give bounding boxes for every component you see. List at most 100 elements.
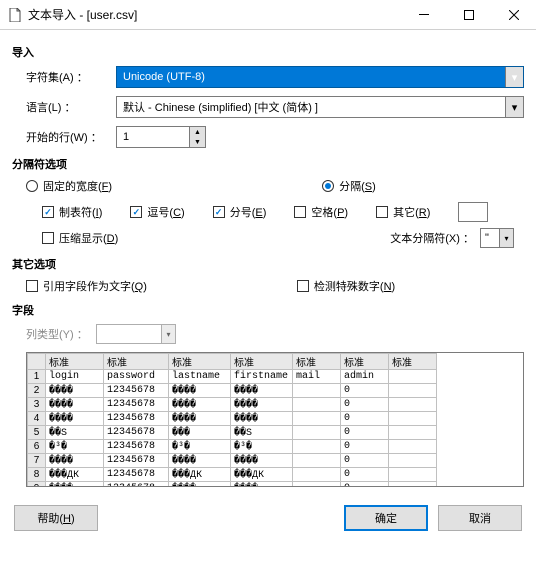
table-cell[interactable]: 0 xyxy=(341,426,389,440)
table-cell[interactable]: 0 xyxy=(341,468,389,482)
radio-separated[interactable]: 分隔(S) xyxy=(322,178,376,194)
table-cell[interactable] xyxy=(293,454,341,468)
table-cell[interactable] xyxy=(293,426,341,440)
table-cell[interactable]: �³� xyxy=(231,440,293,454)
table-cell[interactable] xyxy=(389,468,437,482)
table-cell[interactable]: 12345678 xyxy=(104,384,169,398)
close-button[interactable] xyxy=(491,0,536,30)
table-cell[interactable]: �³� xyxy=(46,440,104,454)
check-semicolon-label: 分号(E) xyxy=(230,204,267,220)
check-space[interactable]: 空格(P) xyxy=(294,204,348,220)
table-cell[interactable]: ��S xyxy=(231,426,293,440)
table-cell[interactable]: 12345678 xyxy=(104,482,169,487)
spin-down-icon[interactable]: ▼ xyxy=(190,137,205,147)
table-cell[interactable] xyxy=(389,482,437,487)
ok-button[interactable]: 确定 xyxy=(344,505,428,531)
table-cell[interactable]: ���� xyxy=(169,412,231,426)
spin-up-icon[interactable]: ▲ xyxy=(190,127,205,137)
table-cell[interactable]: ���� xyxy=(231,454,293,468)
table-cell[interactable]: 12345678 xyxy=(104,454,169,468)
charset-combo[interactable]: Unicode (UTF-8) ▾ xyxy=(116,66,524,88)
table-cell[interactable]: ���ДК xyxy=(46,468,104,482)
table-cell[interactable] xyxy=(389,412,437,426)
table-column-header[interactable]: 标准 xyxy=(104,354,169,370)
table-cell[interactable]: ���� xyxy=(46,384,104,398)
table-cell[interactable] xyxy=(389,398,437,412)
table-cell[interactable] xyxy=(293,384,341,398)
table-row-number: 9 xyxy=(28,482,46,487)
table-cell[interactable]: 12345678 xyxy=(104,426,169,440)
check-compress[interactable]: 压缩显示(D) xyxy=(42,230,118,246)
table-cell[interactable] xyxy=(389,426,437,440)
help-button[interactable]: 帮助(H) xyxy=(14,505,98,531)
table-cell[interactable]: 12345678 xyxy=(104,412,169,426)
table-cell[interactable] xyxy=(389,454,437,468)
column-type-combo[interactable]: ▾ xyxy=(96,324,176,344)
table-cell[interactable] xyxy=(389,384,437,398)
maximize-button[interactable] xyxy=(446,0,491,30)
table-cell[interactable]: ���� xyxy=(169,398,231,412)
table-cell[interactable] xyxy=(389,370,437,384)
preview-table[interactable]: 标准标准标准标准标准标准标准1loginpasswordlastnamefirs… xyxy=(26,352,524,487)
table-cell[interactable]: 12345678 xyxy=(104,398,169,412)
table-cell[interactable]: 0 xyxy=(341,440,389,454)
table-cell[interactable]: admin xyxy=(341,370,389,384)
table-cell[interactable] xyxy=(293,482,341,487)
table-cell[interactable] xyxy=(293,412,341,426)
table-cell[interactable]: ���� xyxy=(169,482,231,487)
table-cell[interactable]: 0 xyxy=(341,398,389,412)
table-cell[interactable]: lastname xyxy=(169,370,231,384)
table-cell[interactable] xyxy=(293,440,341,454)
table-cell[interactable] xyxy=(389,440,437,454)
table-cell[interactable]: ���� xyxy=(231,398,293,412)
table-cell[interactable]: 0 xyxy=(341,384,389,398)
table-cell[interactable]: ���� xyxy=(231,482,293,487)
table-cell[interactable]: login xyxy=(46,370,104,384)
radio-fixed-width[interactable]: 固定的宽度(F) xyxy=(26,178,112,194)
table-cell[interactable]: ���� xyxy=(231,384,293,398)
table-cell[interactable]: ���� xyxy=(46,398,104,412)
table-cell[interactable] xyxy=(293,398,341,412)
table-column-header[interactable]: 标准 xyxy=(293,354,341,370)
table-column-header[interactable]: 标准 xyxy=(46,354,104,370)
ok-button-label: 确定 xyxy=(375,510,397,526)
table-column-header[interactable]: 标准 xyxy=(231,354,293,370)
check-quote-fields[interactable]: 引用字段作为文字(Q) xyxy=(26,278,147,294)
table-cell[interactable]: 12345678 xyxy=(104,440,169,454)
start-row-spinner[interactable]: 1 ▲▼ xyxy=(116,126,206,148)
table-cell[interactable]: 12345678 xyxy=(104,468,169,482)
check-semicolon[interactable]: 分号(E) xyxy=(213,204,267,220)
table-column-header[interactable]: 标准 xyxy=(389,354,437,370)
table-cell[interactable]: firstname xyxy=(231,370,293,384)
check-comma[interactable]: 逗号(C) xyxy=(130,204,184,220)
table-cell[interactable]: password xyxy=(104,370,169,384)
table-cell[interactable]: 0 xyxy=(341,482,389,487)
table-cell[interactable]: ���� xyxy=(46,412,104,426)
table-cell[interactable]: ��S xyxy=(46,426,104,440)
table-cell[interactable]: mail xyxy=(293,370,341,384)
table-cell[interactable]: ��� xyxy=(169,426,231,440)
table-cell[interactable]: 0 xyxy=(341,454,389,468)
table-cell[interactable]: �³� xyxy=(169,440,231,454)
spinner-buttons[interactable]: ▲▼ xyxy=(189,127,205,147)
table-cell[interactable]: ���� xyxy=(169,454,231,468)
cancel-button[interactable]: 取消 xyxy=(438,505,522,531)
language-combo[interactable]: 默认 - Chinese (simplified) [中文 (简体) ] ▾ xyxy=(116,96,524,118)
table-column-header[interactable]: 标准 xyxy=(341,354,389,370)
table-cell[interactable]: ���� xyxy=(231,412,293,426)
text-delimiter-combo[interactable]: " ▾ xyxy=(480,228,514,248)
table-cell[interactable]: ���� xyxy=(46,454,104,468)
dialog-content: 导入 字符集(A) ： Unicode (UTF-8) ▾ 语言(L) ： 默认… xyxy=(0,30,536,539)
check-tab[interactable]: 制表符(I) xyxy=(42,204,102,220)
table-column-header[interactable]: 标准 xyxy=(169,354,231,370)
minimize-button[interactable] xyxy=(401,0,446,30)
table-cell[interactable]: ���ДК xyxy=(231,468,293,482)
check-detect-numbers[interactable]: 检测特殊数字(N) xyxy=(297,278,395,294)
table-cell[interactable] xyxy=(293,468,341,482)
table-cell[interactable]: ���ДК xyxy=(169,468,231,482)
other-separator-input[interactable] xyxy=(458,202,488,222)
table-cell[interactable]: ���� xyxy=(169,384,231,398)
check-other[interactable]: 其它(R) xyxy=(376,204,430,220)
table-cell[interactable]: 0 xyxy=(341,412,389,426)
table-cell[interactable]: ���� xyxy=(46,482,104,487)
